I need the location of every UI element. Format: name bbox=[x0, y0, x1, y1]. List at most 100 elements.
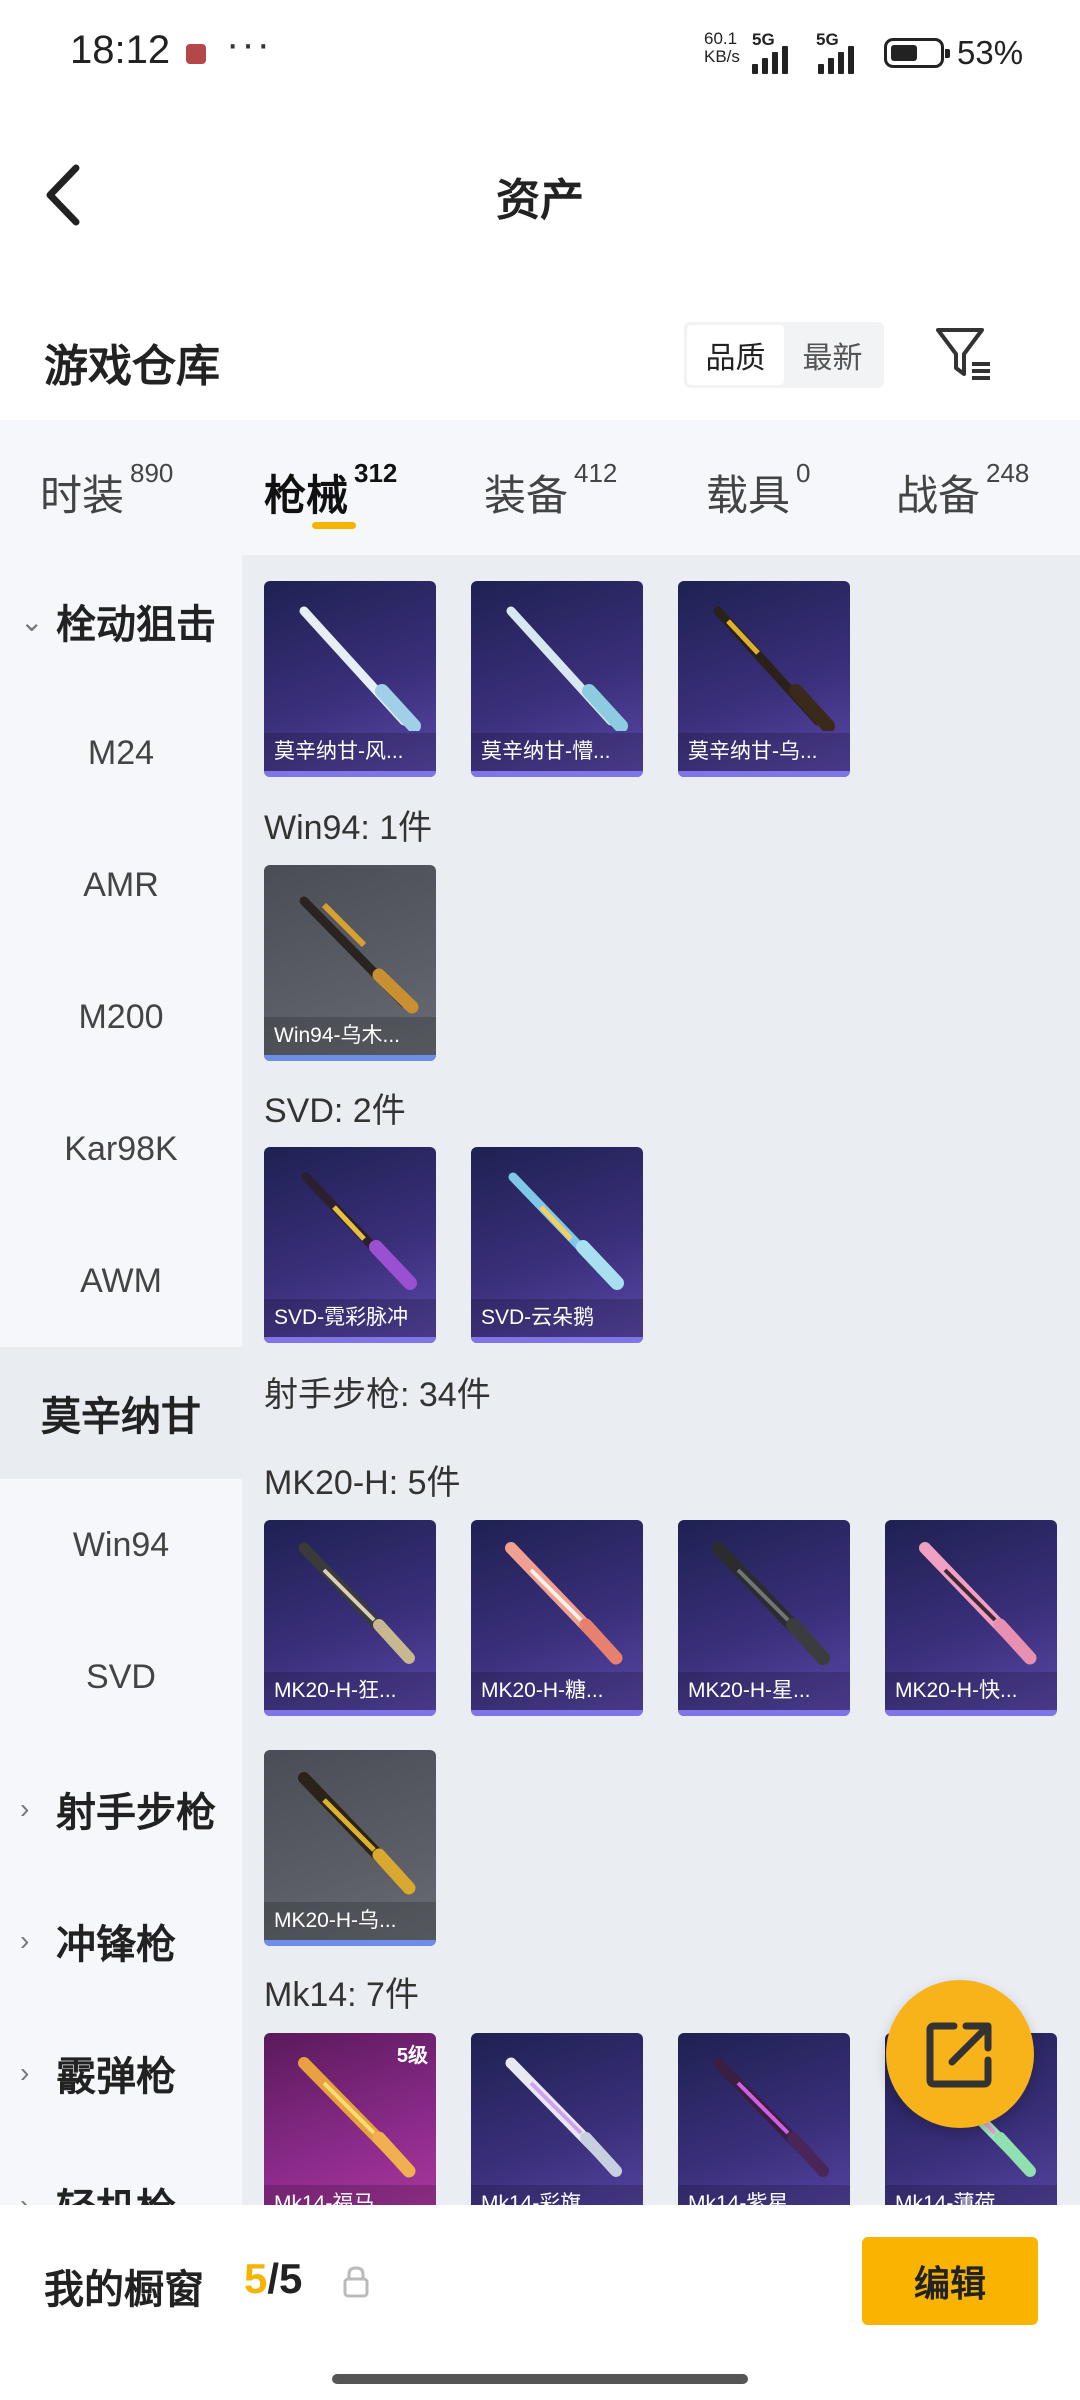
filter-icon bbox=[936, 328, 990, 380]
sort-toggle: 品质 最新 bbox=[684, 322, 884, 388]
sidebar-item-mosin[interactable]: 莫辛纳甘 bbox=[0, 1347, 242, 1479]
level-badge: 5级 bbox=[396, 2045, 428, 2067]
battery-icon bbox=[884, 38, 950, 68]
weapon-name: MK20-H-快... bbox=[885, 1672, 1057, 1710]
sidebar-group-dmr[interactable]: › 射手步枪 bbox=[0, 1743, 242, 1875]
weapon-name: Mk14-福马... bbox=[264, 2185, 436, 2205]
weapon-name: 莫辛纳甘-乌... bbox=[678, 733, 850, 771]
rifle-skin-image bbox=[505, 1542, 623, 1665]
rifle-skin-image bbox=[713, 606, 835, 731]
repo-title: 游戏仓库 bbox=[44, 342, 220, 391]
sidebar-item-m200[interactable]: M200 bbox=[0, 951, 242, 1083]
weapon-grid: 莫辛纳甘-风... 莫辛纳甘-懵... 莫辛纳甘-乌... Win94: 1件 … bbox=[242, 555, 1080, 2205]
top-nav-bar: 资产 bbox=[0, 110, 1080, 270]
sidebar-group-bolt-action[interactable]: ⌄ 栓动狙击 bbox=[0, 555, 242, 687]
weapon-card[interactable]: MK20-H-快... bbox=[885, 1520, 1057, 1716]
section-header-mk20: MK20-H: 5件 bbox=[264, 1464, 461, 1502]
weapon-card[interactable]: MK20-H-狂... bbox=[264, 1520, 436, 1716]
rifle-skin-image bbox=[508, 1172, 624, 1290]
chevron-right-icon: › bbox=[20, 2189, 30, 2205]
chevron-right-icon: › bbox=[20, 1925, 30, 1956]
weapon-name: Mk14-紫星... bbox=[678, 2185, 850, 2205]
weapon-name: SVD-霓彩脉冲 bbox=[264, 1299, 436, 1337]
more-notifications-icon: ··· bbox=[226, 22, 272, 66]
weapon-name: Mk14-彩旗... bbox=[471, 2185, 643, 2205]
weapon-card[interactable]: MK20-H-星... bbox=[678, 1520, 850, 1716]
weapon-name: 莫辛纳甘-风... bbox=[264, 733, 436, 771]
weapon-card[interactable]: Win94-乌木... bbox=[264, 865, 436, 1061]
weapon-card[interactable]: 5级 Mk14-福马... bbox=[264, 2033, 436, 2205]
tab-vehicles[interactable]: 载具 0 bbox=[706, 458, 810, 523]
weapon-card[interactable]: SVD-云朵鹅 bbox=[471, 1147, 643, 1343]
edit-button[interactable]: 编辑 bbox=[862, 2237, 1038, 2325]
weapon-name: Mk14-薄荷... bbox=[885, 2185, 1057, 2205]
sort-quality-button[interactable]: 品质 bbox=[687, 325, 784, 385]
section-header-win94: Win94: 1件 bbox=[264, 809, 433, 847]
tab-equipment[interactable]: 装备 412 bbox=[484, 458, 617, 523]
showcase-label: 我的橱窗 bbox=[44, 2268, 204, 2312]
chevron-right-icon: › bbox=[20, 1793, 30, 1824]
sidebar-item-amr[interactable]: AMR bbox=[0, 819, 242, 951]
weapon-card[interactable]: 莫辛纳甘-懵... bbox=[471, 581, 643, 777]
weapon-name: MK20-H-乌... bbox=[264, 1902, 436, 1940]
sidebar-item-kar98k[interactable]: Kar98K bbox=[0, 1083, 242, 1215]
sidebar-group-smg[interactable]: › 冲锋枪 bbox=[0, 1875, 242, 2007]
weapon-card[interactable]: MK20-H-糖... bbox=[471, 1520, 643, 1716]
rifle-skin-image bbox=[298, 1772, 416, 1895]
home-indicator bbox=[332, 2374, 748, 2384]
network-speed: 60.1 KB/s bbox=[704, 29, 740, 66]
weapon-card[interactable]: MK20-H-乌... bbox=[264, 1750, 436, 1946]
category-tabs: 时装 890 枪械 312 装备 412 载具 0 战备 248 bbox=[0, 420, 1080, 555]
weapon-name: MK20-H-星... bbox=[678, 1672, 850, 1710]
notification-app-icon bbox=[186, 44, 206, 64]
sidebar-item-svd[interactable]: SVD bbox=[0, 1611, 242, 1743]
weapon-type-sidebar: ⌄ 栓动狙击 M24 AMR M200 Kar98K AWM 莫辛纳甘 Win94… bbox=[0, 555, 242, 2205]
status-bar: 18:12 ··· 60.1 KB/s 5G 5G 53% bbox=[0, 0, 1080, 110]
sidebar-item-win94[interactable]: Win94 bbox=[0, 1479, 242, 1611]
section-header-dmr: 射手步枪: 34件 bbox=[264, 1376, 491, 1414]
weapon-name: MK20-H-糖... bbox=[471, 1672, 643, 1710]
rifle-skin-image bbox=[505, 2057, 622, 2177]
share-external-icon bbox=[926, 2022, 992, 2088]
weapon-name: 莫辛纳甘-懵... bbox=[471, 733, 643, 771]
filter-button[interactable] bbox=[934, 324, 994, 384]
weapon-name: SVD-云朵鹅 bbox=[471, 1299, 643, 1337]
rifle-skin-image bbox=[711, 1541, 830, 1665]
section-header-mk14: Mk14: 7件 bbox=[264, 1976, 419, 2014]
weapon-card[interactable]: SVD-霓彩脉冲 bbox=[264, 1147, 436, 1343]
sidebar-item-m24[interactable]: M24 bbox=[0, 687, 242, 819]
sidebar-group-shotgun[interactable]: › 霰弹枪 bbox=[0, 2007, 242, 2139]
weapon-name: MK20-H-狂... bbox=[264, 1672, 436, 1710]
signal-bars-1-icon bbox=[752, 40, 788, 74]
rifle-skin-image bbox=[299, 896, 419, 1014]
weapon-card[interactable]: Mk14-紫星... bbox=[678, 2033, 850, 2205]
tab-supplies[interactable]: 战备 248 bbox=[896, 458, 1029, 523]
rifle-skin-image bbox=[298, 1542, 415, 1664]
section-header-svd: SVD: 2件 bbox=[264, 1092, 406, 1130]
battery-percent: 53% bbox=[957, 34, 1024, 71]
weapon-card[interactable]: Mk14-彩旗... bbox=[471, 2033, 643, 2205]
rifle-skin-image bbox=[301, 1172, 417, 1290]
chevron-down-icon: ⌄ bbox=[20, 605, 44, 637]
lock-icon bbox=[343, 2266, 369, 2298]
repo-header: 游戏仓库 品质 最新 bbox=[0, 300, 1080, 420]
weapon-card[interactable]: 莫辛纳甘-风... bbox=[264, 581, 436, 777]
weapon-card[interactable]: 莫辛纳甘-乌... bbox=[678, 581, 850, 777]
signal-bars-2-icon bbox=[818, 40, 854, 74]
showcase-count: 5/5 bbox=[244, 2255, 303, 2302]
share-fab-button[interactable] bbox=[886, 1980, 1034, 2128]
tab-fashion[interactable]: 时装 890 bbox=[40, 458, 173, 523]
showcase-footer: 我的橱窗 5/5 编辑 bbox=[0, 2205, 1080, 2400]
sort-newest-button[interactable]: 最新 bbox=[784, 325, 881, 385]
rifle-skin-image bbox=[712, 2057, 829, 2177]
page-title: 资产 bbox=[496, 176, 584, 225]
tab-guns[interactable]: 枪械 312 bbox=[264, 458, 397, 523]
rifle-skin-image bbox=[919, 1542, 1037, 1665]
active-tab-indicator bbox=[312, 522, 356, 529]
chevron-right-icon: › bbox=[20, 2057, 30, 2088]
sidebar-group-lmg[interactable]: ›轻机枪 bbox=[0, 2139, 242, 2205]
rifle-skin-image bbox=[506, 606, 628, 731]
weapon-name: Win94-乌木... bbox=[264, 1017, 436, 1055]
sidebar-item-awm[interactable]: AWM bbox=[0, 1215, 242, 1347]
status-time: 18:12 bbox=[70, 28, 171, 72]
